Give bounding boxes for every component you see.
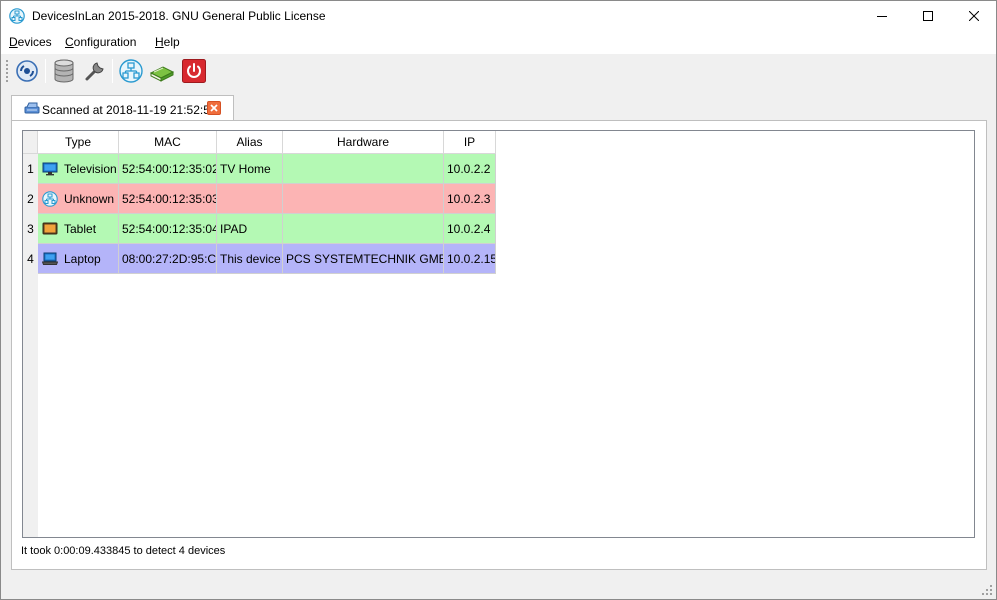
cell-type[interactable]: Television: [38, 154, 119, 184]
status-text: It took 0:00:09.433845 to detect 4 devic…: [21, 545, 226, 557]
network-icon: [9, 8, 25, 24]
cell-mac[interactable]: 52:54:00:12:35:02: [119, 154, 217, 184]
minimize-button[interactable]: [859, 1, 905, 31]
column-header-type[interactable]: Type: [38, 131, 119, 154]
maximize-icon: [923, 11, 933, 21]
scan-button[interactable]: [13, 57, 41, 85]
column-header-ip[interactable]: IP: [444, 131, 496, 154]
cell-type-label: Unknown: [64, 191, 115, 206]
cell-type-label: Television: [64, 161, 117, 176]
network-icon: [119, 59, 143, 83]
maximize-button[interactable]: [905, 1, 951, 31]
row-number[interactable]: 3: [23, 214, 38, 244]
wrench-icon: [85, 62, 104, 81]
cell-hardware[interactable]: [283, 154, 444, 184]
cell-mac[interactable]: 52:54:00:12:35:04: [119, 214, 217, 244]
settings-button[interactable]: [81, 57, 109, 85]
cell-hardware[interactable]: [283, 214, 444, 244]
menu-devices[interactable]: Devices: [9, 35, 52, 49]
cell-type-label: Laptop: [64, 251, 101, 266]
network-button[interactable]: [117, 57, 145, 85]
cell-alias[interactable]: TV Home: [217, 154, 283, 184]
cell-ip[interactable]: 10.0.2.3: [444, 184, 496, 214]
row-number[interactable]: 4: [23, 244, 38, 274]
power-button[interactable]: [180, 57, 208, 85]
row-number[interactable]: 1: [23, 154, 38, 184]
scanner-icon: [24, 102, 40, 114]
main-window: DevicesInLan 2015-2018. GNU General Publ…: [0, 0, 997, 600]
column-header-hardware[interactable]: Hardware: [283, 131, 444, 154]
cell-ip[interactable]: 10.0.2.4: [444, 214, 496, 244]
cell-alias[interactable]: IPAD: [217, 214, 283, 244]
power-icon: [182, 59, 206, 83]
tv-icon: [42, 162, 58, 175]
resize-grip[interactable]: [981, 584, 993, 596]
close-icon: [969, 11, 979, 21]
book-button[interactable]: [148, 57, 176, 85]
devices-table[interactable]: Type MAC Alias Hardware IP 1 Television …: [22, 130, 975, 538]
table-corner-button[interactable]: [23, 131, 38, 154]
menu-configuration-mnemonic: C: [65, 35, 74, 49]
menu-bar: Devices Configuration Help: [1, 31, 996, 54]
cell-type-label: Tablet: [64, 221, 97, 236]
network-icon: [42, 190, 58, 207]
toolbar-separator: [45, 59, 46, 83]
title-bar[interactable]: DevicesInLan 2015-2018. GNU General Publ…: [1, 1, 996, 31]
cell-alias[interactable]: This device: [217, 244, 283, 274]
cell-ip[interactable]: 10.0.2.2: [444, 154, 496, 184]
cell-type[interactable]: Tablet: [38, 214, 119, 244]
menu-devices-label: evices: [17, 35, 52, 49]
database-icon: [54, 59, 74, 83]
menu-help-mnemonic: H: [155, 35, 164, 49]
column-header-alias[interactable]: Alias: [217, 131, 283, 154]
database-button[interactable]: [50, 57, 78, 85]
menu-configuration-label: onfiguration: [73, 35, 137, 49]
tab-close-button[interactable]: [207, 101, 221, 115]
cell-ip[interactable]: 10.0.2.15: [444, 244, 496, 274]
window-title: DevicesInLan 2015-2018. GNU General Publ…: [32, 9, 326, 23]
tab-panel: Type MAC Alias Hardware IP 1 Television …: [11, 120, 987, 570]
cell-mac[interactable]: 52:54:00:12:35:03: [119, 184, 217, 214]
toolbar-separator: [112, 59, 113, 83]
cell-hardware[interactable]: [283, 184, 444, 214]
menu-configuration[interactable]: Configuration: [65, 35, 136, 49]
menu-help-label: elp: [163, 35, 180, 49]
minimize-icon: [877, 16, 887, 17]
tablet-icon: [42, 222, 58, 234]
row-number[interactable]: 2: [23, 184, 38, 214]
column-header-mac[interactable]: MAC: [119, 131, 217, 154]
toolbar-grip[interactable]: [5, 59, 9, 83]
menu-help[interactable]: Help: [155, 35, 180, 49]
cell-type[interactable]: Unknown: [38, 184, 119, 214]
close-button[interactable]: [951, 1, 997, 31]
cell-type[interactable]: Laptop: [38, 244, 119, 274]
tab-scan-result[interactable]: Scanned at 2018-11-19 21:52:55: [11, 95, 234, 121]
laptop-icon: [42, 252, 58, 265]
cell-mac[interactable]: 08:00:27:2D:95:C6: [119, 244, 217, 274]
close-icon: [210, 104, 218, 112]
cell-hardware[interactable]: PCS SYSTEMTECHNIK GMBH: [283, 244, 444, 274]
book-icon: [149, 66, 175, 82]
tab-label: Scanned at 2018-11-19 21:52:55: [42, 103, 217, 117]
cell-alias[interactable]: [217, 184, 283, 214]
toolbar: [1, 54, 996, 86]
scan-icon: [16, 60, 38, 82]
menu-devices-mnemonic: D: [9, 35, 18, 49]
